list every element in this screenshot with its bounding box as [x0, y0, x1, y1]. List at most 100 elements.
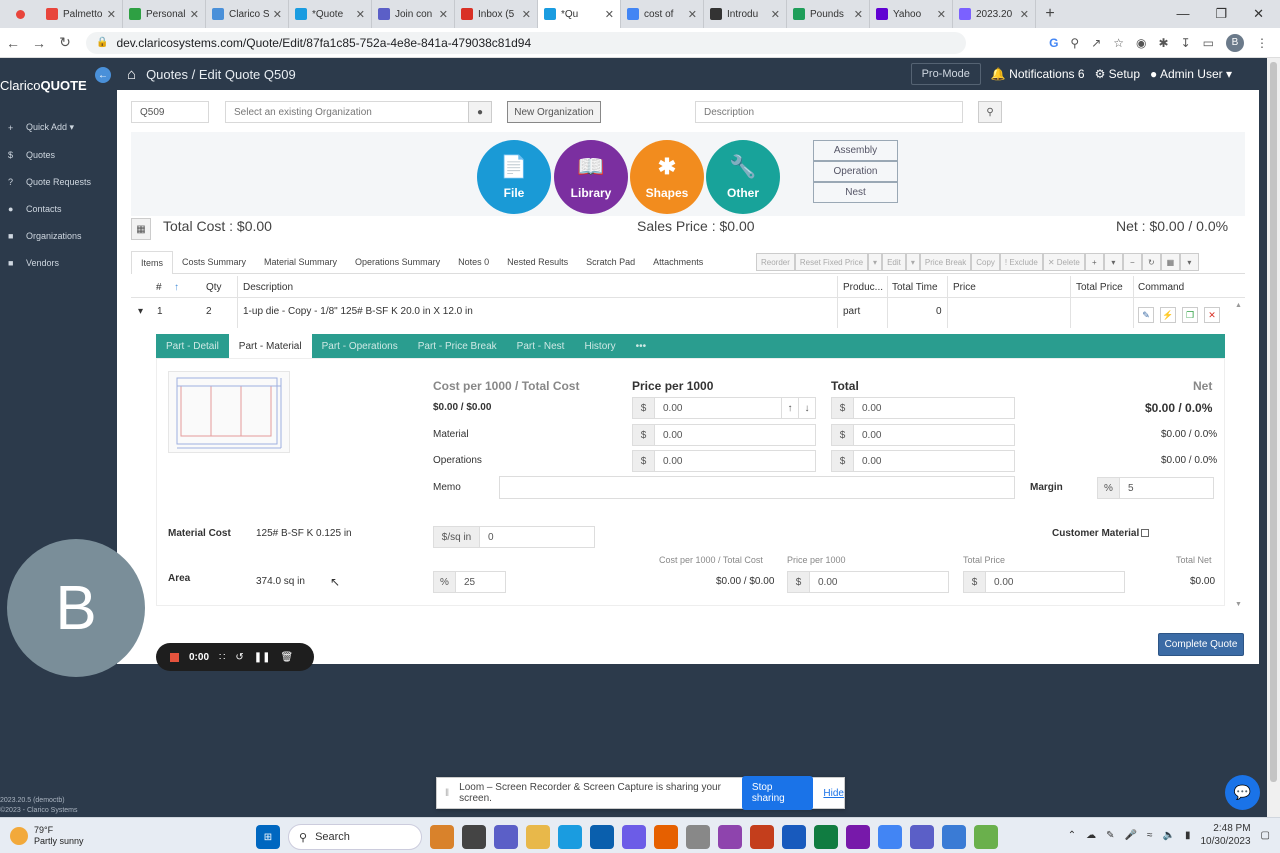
- nest-button[interactable]: Nest: [813, 182, 898, 203]
- close-tab-icon[interactable]: ✕: [439, 8, 448, 21]
- sidebar-item-vendors[interactable]: ■ Vendors: [8, 249, 91, 276]
- close-tab-icon[interactable]: ✕: [522, 8, 531, 21]
- powerpoint-icon[interactable]: [750, 825, 774, 849]
- paint-icon[interactable]: [974, 825, 998, 849]
- expand-row-icon[interactable]: ▾: [138, 306, 143, 317]
- other-button[interactable]: 🔧 Other: [706, 140, 780, 214]
- delete-row-icon[interactable]: ✕: [1204, 307, 1220, 323]
- subtab-1[interactable]: Part - Material: [228, 334, 312, 358]
- browser-tab[interactable]: Introdu ✕: [704, 0, 787, 28]
- panel-scroll-down-icon[interactable]: ▼: [1235, 601, 1242, 608]
- col-product[interactable]: Produc...: [843, 282, 883, 293]
- notepad-icon[interactable]: [942, 825, 966, 849]
- notification-center-icon[interactable]: ▢: [1261, 830, 1270, 841]
- store-icon[interactable]: [590, 825, 614, 849]
- close-tab-icon[interactable]: ✕: [605, 8, 614, 21]
- close-tab-icon[interactable]: ✕: [854, 8, 863, 21]
- part-thumbnail[interactable]: [168, 371, 290, 453]
- arrow-up-icon[interactable]: ↑: [781, 398, 798, 418]
- customer-material-checkbox[interactable]: [1141, 529, 1149, 537]
- chat-icon[interactable]: 💬: [1225, 775, 1260, 810]
- subtab-3[interactable]: Part - Price Break: [408, 334, 507, 358]
- star-icon[interactable]: ☆: [1113, 36, 1124, 50]
- user-search-icon[interactable]: ●: [468, 101, 492, 123]
- margin-field[interactable]: % 5: [1097, 477, 1214, 499]
- trash-icon[interactable]: 🗑: [281, 652, 294, 663]
- minimize-icon[interactable]: —: [1176, 6, 1189, 22]
- area-percent-field[interactable]: % 25: [433, 571, 506, 593]
- subtab-2[interactable]: Part - Operations: [312, 334, 408, 358]
- tab-operations-summary[interactable]: Operations Summary: [346, 251, 449, 274]
- clock[interactable]: 2:48 PM 10/30/2023: [1200, 822, 1250, 848]
- subtab-0[interactable]: Part - Detail: [156, 334, 229, 358]
- chrome-icon[interactable]: [878, 825, 902, 849]
- taskbar-search[interactable]: ⚲ Search: [288, 824, 422, 850]
- toolbar-button[interactable]: ▾: [868, 253, 883, 271]
- weather-widget[interactable]: 79°F Partly sunny: [10, 825, 84, 847]
- sub-total-field[interactable]: $0.00: [963, 571, 1125, 593]
- search-icon[interactable]: ⚲: [978, 101, 1002, 123]
- shapes-button[interactable]: ✱ Shapes: [630, 140, 704, 214]
- tab-material-summary[interactable]: Material Summary: [255, 251, 346, 274]
- close-tab-icon[interactable]: ✕: [190, 8, 199, 21]
- toolbar-button[interactable]: ✕ Delete: [1042, 253, 1085, 271]
- sort-up-icon[interactable]: ↑: [174, 282, 179, 293]
- teams-chat-icon[interactable]: [494, 825, 518, 849]
- description-field[interactable]: Description: [695, 101, 963, 123]
- extension-icon[interactable]: ◉: [1136, 36, 1146, 50]
- zoom-icon[interactable]: ⚲: [1070, 36, 1079, 50]
- copy-row-icon[interactable]: ❐: [1182, 307, 1198, 323]
- col-qty[interactable]: Qty: [206, 282, 222, 293]
- grid-dots-icon[interactable]: ∷: [219, 652, 225, 663]
- col-total-price[interactable]: Total Price: [1076, 282, 1123, 293]
- maximize-icon[interactable]: ❐: [1215, 6, 1227, 22]
- toolbar-button[interactable]: ▾: [1179, 253, 1199, 271]
- toolbar-button[interactable]: +: [1084, 253, 1104, 271]
- operations-price-field[interactable]: $0.00: [632, 450, 816, 472]
- teams-icon[interactable]: [910, 825, 934, 849]
- google-icon[interactable]: G: [1049, 36, 1058, 50]
- word-icon[interactable]: [782, 825, 806, 849]
- browser-tab[interactable]: cost of ✕: [621, 0, 704, 28]
- browser-tab[interactable]: Yahoo ✕: [870, 0, 953, 28]
- puzzle-icon[interactable]: ✱: [1159, 36, 1169, 50]
- pen-icon[interactable]: ✎: [1106, 830, 1114, 841]
- restart-icon[interactable]: ↺: [235, 652, 243, 663]
- new-organization-button[interactable]: New Organization: [507, 101, 601, 123]
- close-tab-icon[interactable]: ✕: [107, 8, 116, 21]
- total-field[interactable]: $0.00: [831, 397, 1015, 419]
- browser-tab[interactable]: Palmetto ✕: [40, 0, 123, 28]
- sidepanel-icon[interactable]: ▭: [1203, 36, 1214, 50]
- subtab-5[interactable]: History: [574, 334, 625, 358]
- assembly-button[interactable]: Assembly: [813, 140, 898, 161]
- cost-per-sqin-field[interactable]: $/sq in 0: [433, 526, 595, 548]
- edge-icon[interactable]: [558, 825, 582, 849]
- operation-button[interactable]: Operation: [813, 161, 898, 182]
- close-tab-icon[interactable]: ✕: [1020, 8, 1029, 21]
- sidebar-item-organizations[interactable]: ■ Organizations: [8, 222, 91, 249]
- sidebar-item-quotes[interactable]: $ Quotes: [8, 141, 91, 168]
- close-tab-icon[interactable]: ✕: [356, 8, 365, 21]
- forward-icon[interactable]: →: [26, 35, 52, 51]
- tab-notes-0[interactable]: Notes 0: [449, 251, 498, 274]
- setup-link[interactable]: ⚙ Setup: [1095, 67, 1140, 81]
- wifi-icon[interactable]: ≈: [1147, 830, 1153, 841]
- menu-dots-icon[interactable]: ⋮: [1256, 36, 1268, 50]
- speaker-icon[interactable]: 🔈: [1163, 830, 1175, 841]
- toolbar-button[interactable]: Copy: [971, 253, 1000, 271]
- operations-total-field[interactable]: $0.00: [831, 450, 1015, 472]
- notifications-link[interactable]: 🔔 Notifications 6: [991, 67, 1085, 81]
- col-command[interactable]: Command: [1138, 282, 1184, 293]
- stop-recording-icon[interactable]: [170, 652, 179, 662]
- material-price-field[interactable]: $0.00: [632, 424, 816, 446]
- tab-items[interactable]: Items: [131, 250, 174, 274]
- app-logo[interactable]: ClaricoQUOTE: [0, 78, 87, 93]
- toolbar-button[interactable]: ▦: [1160, 253, 1180, 271]
- toolbar-button[interactable]: Edit: [882, 253, 906, 271]
- home-icon[interactable]: ⌂: [127, 66, 136, 83]
- browser-tab[interactable]: *Quote ✕: [289, 0, 372, 28]
- snipping-icon[interactable]: [718, 825, 742, 849]
- pro-mode-button[interactable]: Pro-Mode: [910, 63, 981, 85]
- toolbar-button[interactable]: ! Exclude: [999, 253, 1043, 271]
- toolbar-button[interactable]: Reorder: [756, 253, 795, 271]
